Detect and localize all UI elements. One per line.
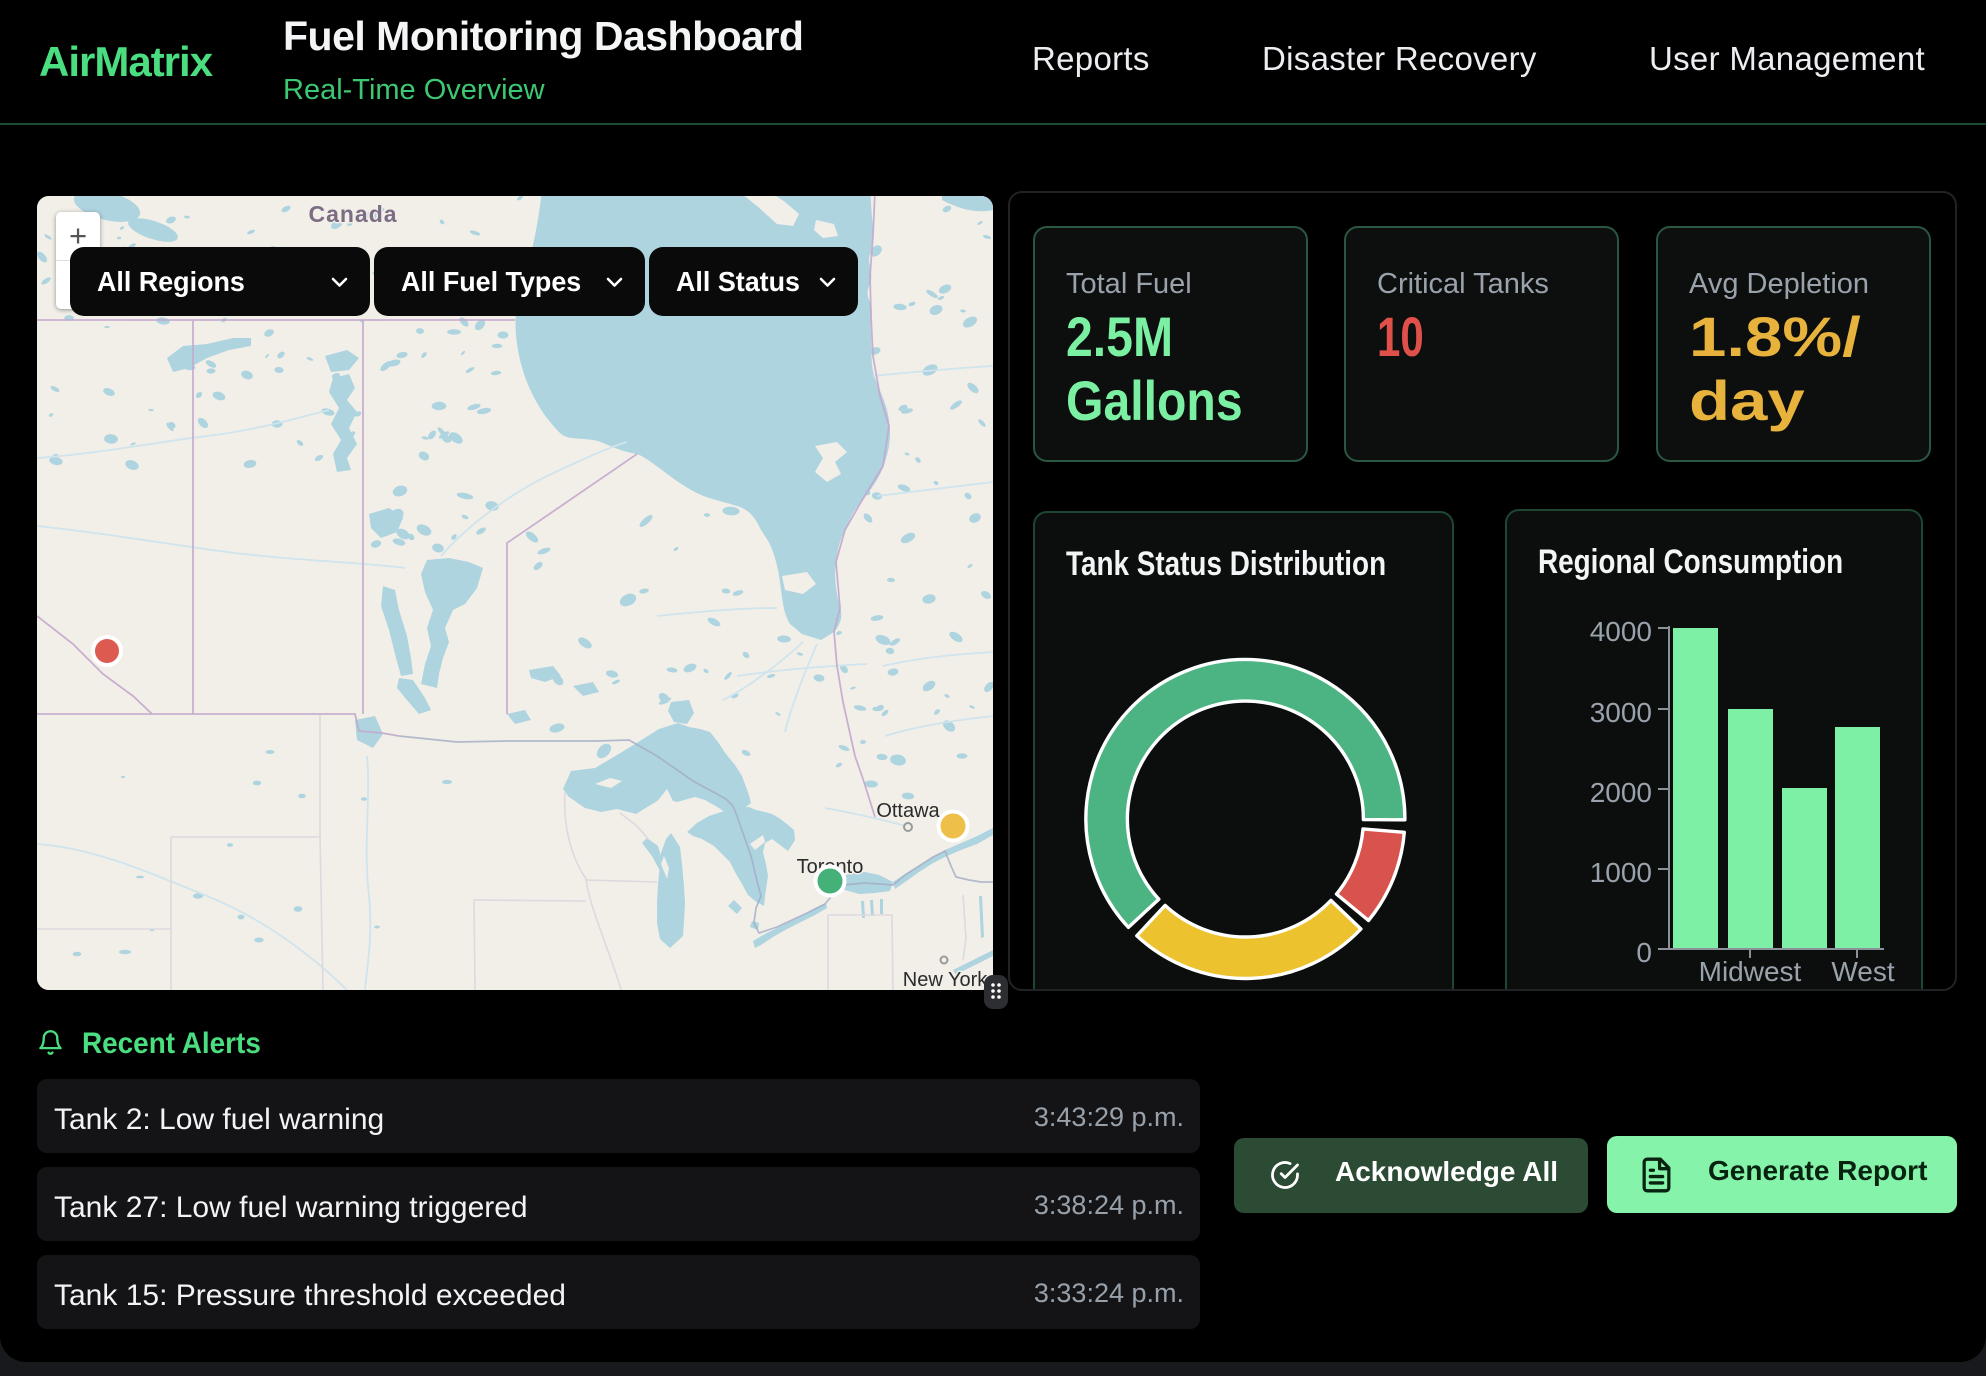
svg-text:New York: New York	[903, 969, 988, 990]
svg-text:Ottawa: Ottawa	[876, 800, 940, 822]
svg-text:Canada: Canada	[308, 201, 397, 227]
